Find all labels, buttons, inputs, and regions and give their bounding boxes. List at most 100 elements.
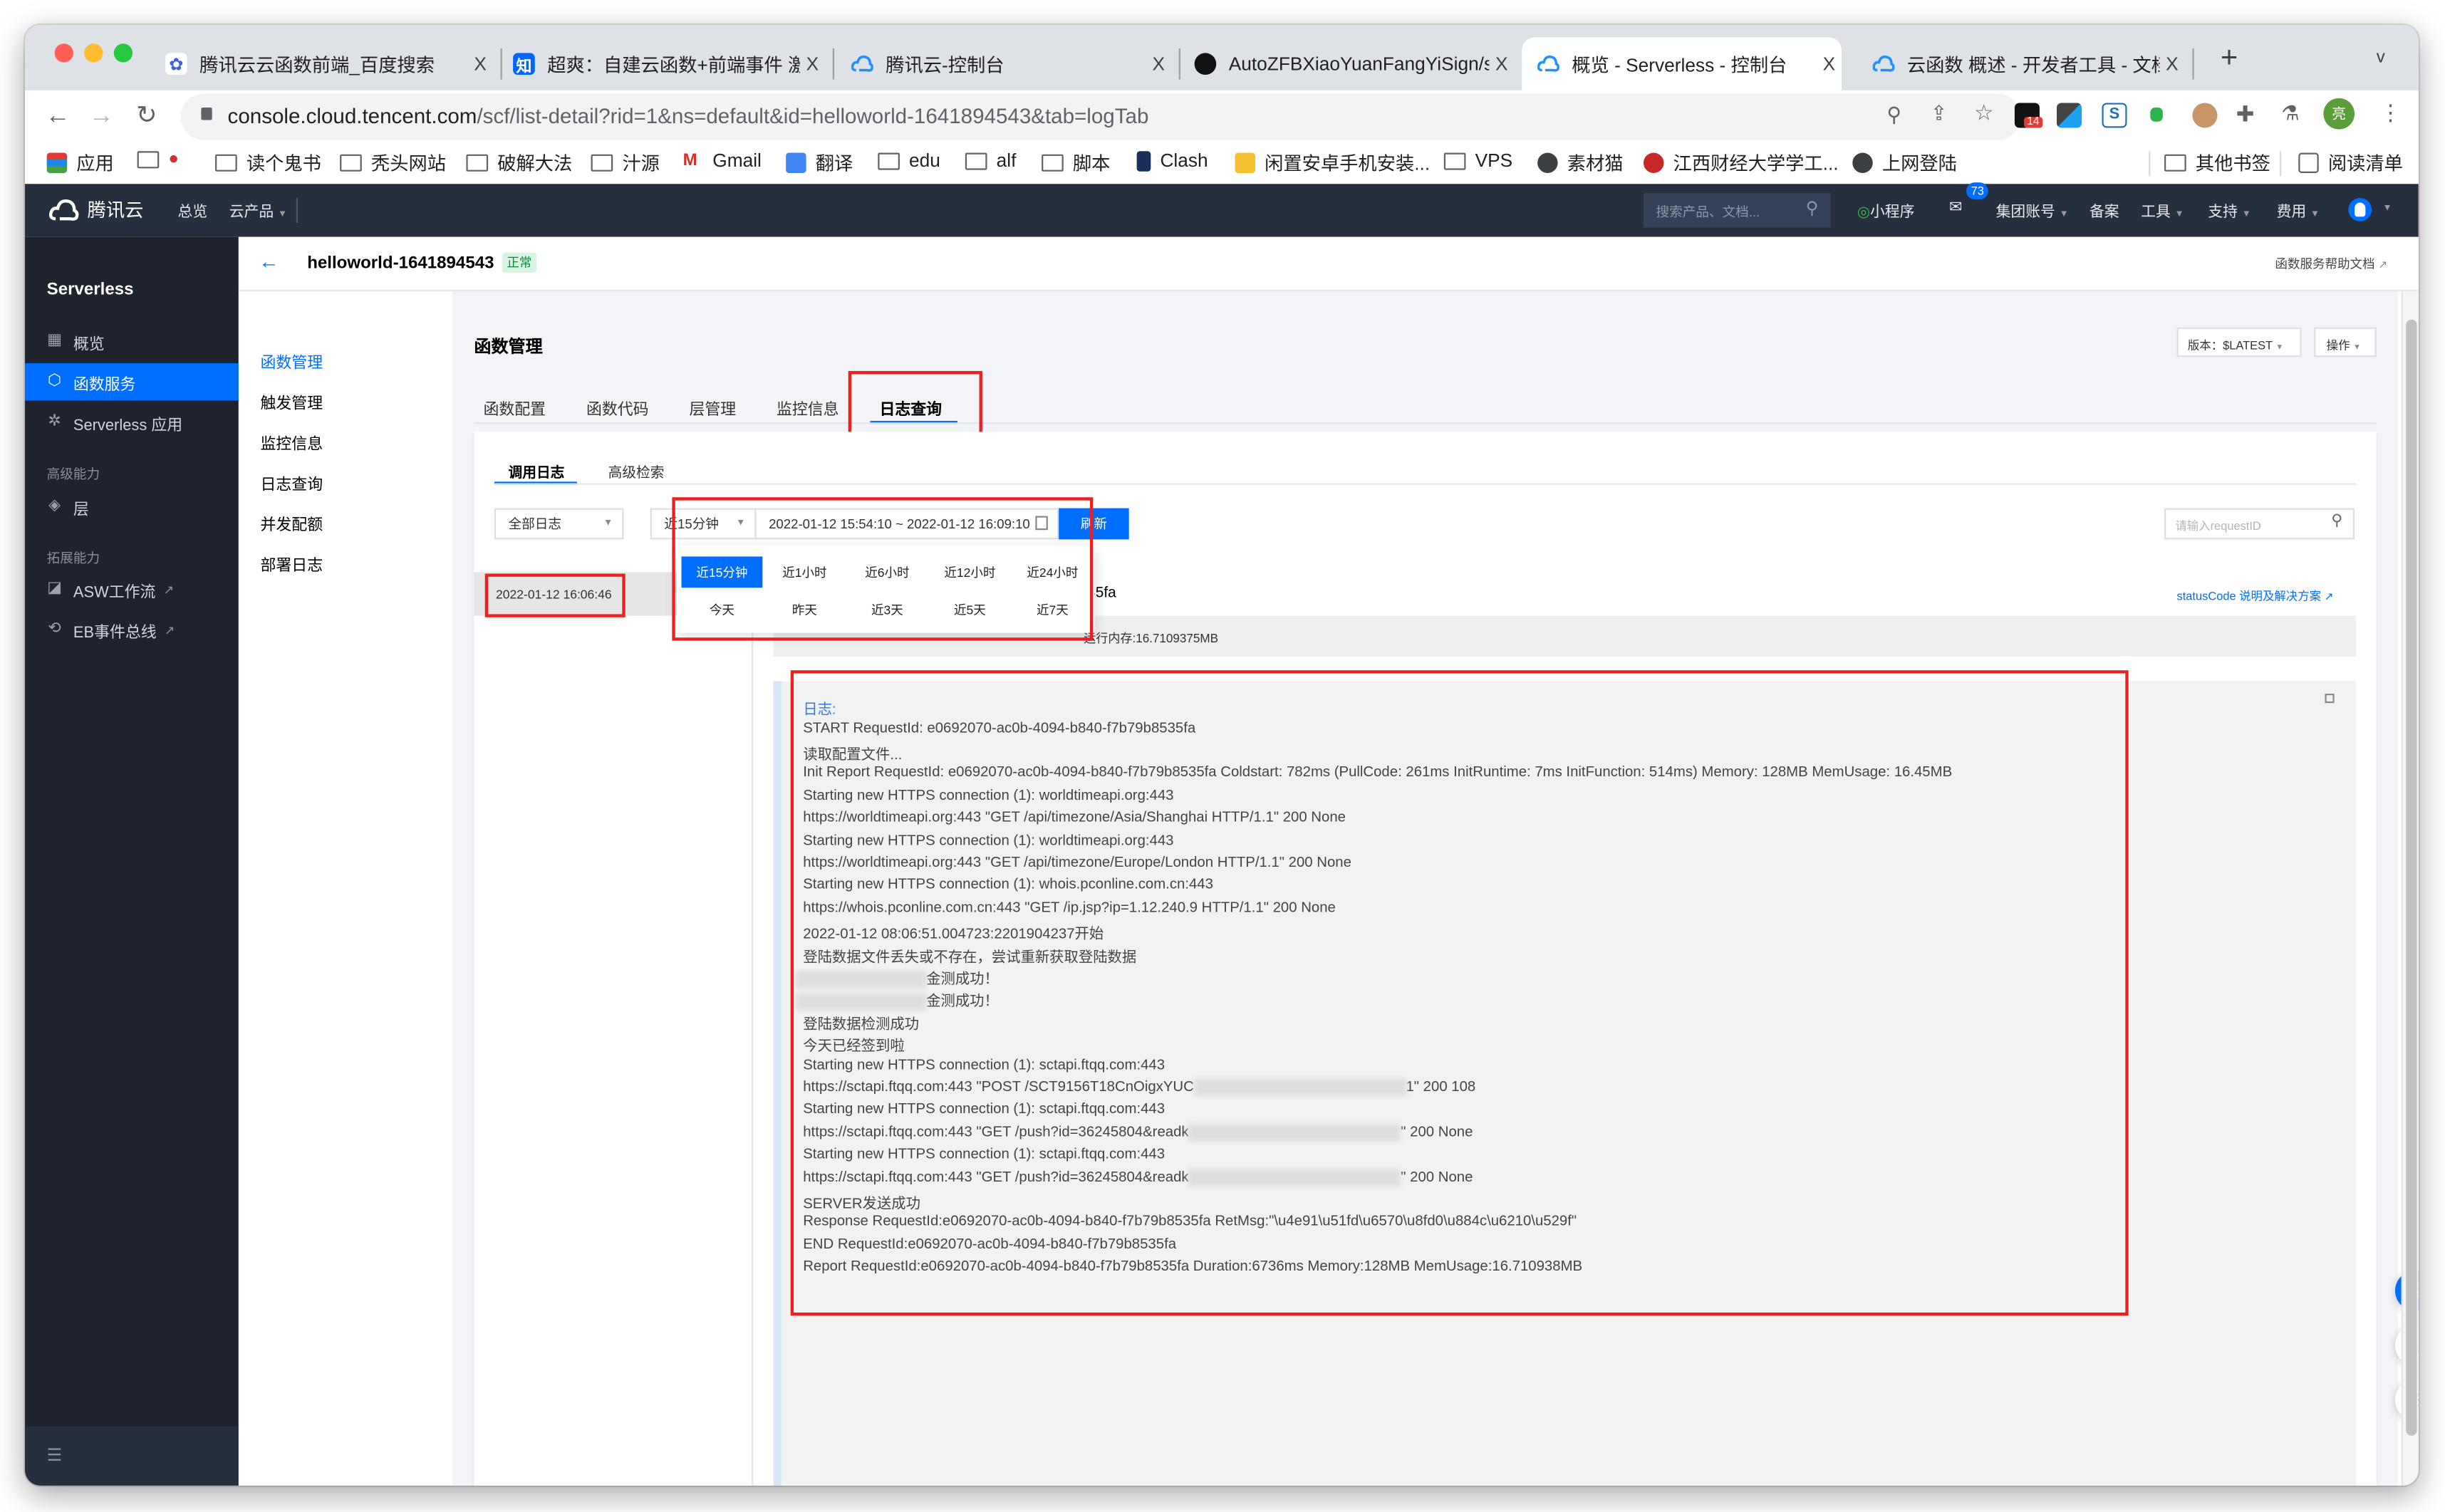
reload-icon[interactable]: ↻ [130, 100, 164, 134]
new-tab-button[interactable]: + [2221, 42, 2238, 76]
extension-icon[interactable] [2192, 103, 2218, 128]
bookmark-item[interactable]: Clash [1136, 150, 1208, 172]
kebab-menu-icon[interactable]: ⋮ [2379, 100, 2402, 126]
status-code-help-link[interactable]: statusCode 说明及解决方案 ↗ [2177, 588, 2334, 605]
mail-icon[interactable]: ✉ [1949, 199, 1962, 217]
log-type-select[interactable]: 全部日志 ▼ [494, 508, 624, 540]
time-preset-option[interactable]: 近5天 [930, 594, 1011, 625]
browser-tab[interactable]: 云函数 概述 - 开发者工具 - 文档 X [1872, 38, 2185, 90]
bookmark-item[interactable]: 读个鬼书 [215, 150, 321, 176]
bookmark-item[interactable]: alf [965, 150, 1016, 172]
puzzle-icon[interactable]: ✚ [2236, 101, 2255, 127]
nav-overview[interactable]: 总览 [178, 199, 208, 221]
nav-tools[interactable]: 工具 ▼ [2141, 199, 2184, 221]
subnav-item-log-query[interactable]: 日志查询 [261, 471, 323, 494]
time-preset-option[interactable]: 近1小时 [764, 556, 846, 588]
close-window-button[interactable] [54, 43, 73, 63]
close-tab-icon[interactable]: X [800, 53, 825, 75]
version-select[interactable]: 版本：$LATEST ▼ [2176, 327, 2302, 358]
browser-tab[interactable]: 腾讯云-控制台 X [851, 38, 1171, 90]
bookmark-item[interactable]: 素材猫 [1537, 150, 1624, 176]
share-icon[interactable]: ⇪ [1931, 101, 1948, 126]
zoom-icon[interactable]: ⚲ [1886, 103, 1901, 127]
extension-icon[interactable] [2057, 103, 2082, 128]
bookmark-item[interactable]: 闲置安卓手机安装... [1235, 150, 1430, 176]
page-scrollbar[interactable] [2401, 291, 2419, 1486]
mini-program-link[interactable]: ◎小程序 [1857, 199, 1915, 221]
close-tab-icon[interactable]: X [1817, 53, 1842, 75]
nav-products[interactable]: 云产品 ▼ [229, 199, 287, 221]
browser-tab[interactable]: ✿ 腾讯云云函数前端_百度搜索 X [165, 38, 493, 90]
bookmark-item[interactable]: 江西财经大学学工... [1643, 150, 1839, 176]
scrollbar-thumb[interactable] [2406, 319, 2417, 1436]
sidebar-item-asw[interactable]: ◪ ASW工作流 ↗ [25, 570, 239, 608]
nav-support[interactable]: 支持 ▼ [2208, 199, 2251, 221]
nav-billing[interactable]: 费用 ▼ [2277, 199, 2320, 221]
time-range-select[interactable]: 近15分钟 ▼ [650, 508, 757, 540]
bookmark-star-icon[interactable]: ☆ [1974, 100, 1993, 126]
refresh-button[interactable]: 刷新 [1059, 508, 1129, 540]
nav-icp[interactable]: 备案 [2090, 199, 2119, 221]
maximize-window-button[interactable] [113, 43, 133, 63]
profile-avatar[interactable]: 亮 [2323, 98, 2355, 130]
extension-icon[interactable]: S [2102, 103, 2127, 128]
subnav-item-trigger-manage[interactable]: 触发管理 [261, 390, 323, 413]
time-preset-option[interactable]: 近15分钟 [681, 556, 763, 588]
tab-invocation-log[interactable]: 调用日志 [509, 462, 565, 481]
tab-advanced-search[interactable]: 高级检索 [608, 462, 665, 481]
close-tab-icon[interactable]: X [1146, 53, 1171, 75]
bookmark-item[interactable]: 翻译 [786, 150, 853, 176]
close-tab-icon[interactable]: X [468, 53, 493, 75]
reading-list-button[interactable]: 阅读清单 [2298, 150, 2403, 176]
copy-icon[interactable] [2325, 694, 2335, 704]
time-preset-option[interactable]: 近7天 [1012, 594, 1094, 625]
nav-group-account[interactable]: 集团账号 ▼ [1996, 199, 2069, 221]
collapse-sidebar-icon[interactable]: ☰ [47, 1445, 63, 1465]
tab-monitoring[interactable]: 监控信息 [777, 396, 839, 419]
tab-search-chevron-icon[interactable]: v [2377, 48, 2385, 67]
browser-tab[interactable]: AutoZFBXiaoYuanFangYiSign/si X [1194, 38, 1515, 90]
sidebar-item-eventbridge[interactable]: ⟲ EB事件总线 ↗ [25, 611, 239, 649]
user-avatar[interactable] [2348, 197, 2372, 221]
bookmark-item[interactable]: 脚本 [1042, 150, 1110, 176]
tencent-cloud-logo[interactable]: 腾讯云 [47, 197, 143, 223]
close-tab-icon[interactable]: X [1489, 53, 1514, 75]
bookmark-item-other[interactable]: 其他书签 [2164, 150, 2270, 176]
caret-down-icon[interactable]: ▼ [2382, 204, 2392, 214]
tab-layer-manage[interactable]: 层管理 [689, 396, 736, 419]
minimize-window-button[interactable] [84, 43, 103, 63]
time-preset-option[interactable]: 今天 [681, 594, 762, 625]
subnav-item-deploy-log[interactable]: 部署日志 [261, 552, 323, 575]
bookmark-item[interactable]: 汁源 [591, 150, 660, 176]
back-arrow-icon[interactable]: ← [41, 100, 75, 134]
subnav-item-monitoring[interactable]: 监控信息 [261, 430, 323, 454]
subnav-item-function-manage[interactable]: 函数管理 [261, 349, 323, 372]
date-range-picker[interactable]: 2022-01-12 15:54:10 ~ 2022-01-12 16:09:1… [754, 508, 1059, 540]
tab-function-code[interactable]: 函数代码 [586, 396, 649, 419]
actions-dropdown[interactable]: 操作 ▼ [2314, 327, 2377, 358]
forward-arrow-icon[interactable]: → [84, 100, 118, 134]
request-id-search-input[interactable]: 请输入requestID ⚲ [2164, 508, 2355, 540]
subnav-item-concurrency[interactable]: 并发配额 [261, 511, 323, 535]
extension-icon[interactable] [2150, 108, 2163, 122]
bookmark-item[interactable]: edu [878, 150, 940, 172]
browser-tab-active[interactable]: 概览 - Serverless - 控制台 X [1522, 37, 1842, 90]
bookmark-item[interactable]: ● [137, 150, 179, 168]
bookmark-item[interactable]: 秃头网站 [340, 150, 446, 176]
back-arrow-icon[interactable]: ← [259, 249, 279, 273]
url-text[interactable]: console.cloud.tencent.com/scf/list-detai… [228, 105, 1149, 128]
labs-flask-icon[interactable]: ⚗ [2281, 101, 2300, 126]
bookmark-item[interactable]: M Gmail [682, 150, 762, 172]
time-preset-option[interactable]: 近12小时 [930, 556, 1011, 588]
time-preset-option[interactable]: 近6小时 [847, 556, 928, 588]
sidebar-item-serverless-app[interactable]: ✲ Serverless 应用 [25, 404, 239, 442]
time-preset-option[interactable]: 昨天 [764, 594, 846, 625]
sidebar-item-layers[interactable]: ◈ 层 [25, 488, 239, 526]
sidebar-item-functions[interactable]: ⬡ 函数服务 [25, 363, 239, 401]
help-doc-link[interactable]: 函数服务帮助文档 ↗ [2275, 256, 2387, 273]
bookmark-item[interactable]: 应用 [46, 150, 114, 176]
bookmark-item[interactable]: 上网登陆 [1852, 150, 1957, 176]
tab-function-config[interactable]: 函数配置 [484, 396, 546, 419]
bookmark-item[interactable]: VPS [1443, 150, 1512, 172]
close-tab-icon[interactable]: X [2159, 53, 2184, 75]
